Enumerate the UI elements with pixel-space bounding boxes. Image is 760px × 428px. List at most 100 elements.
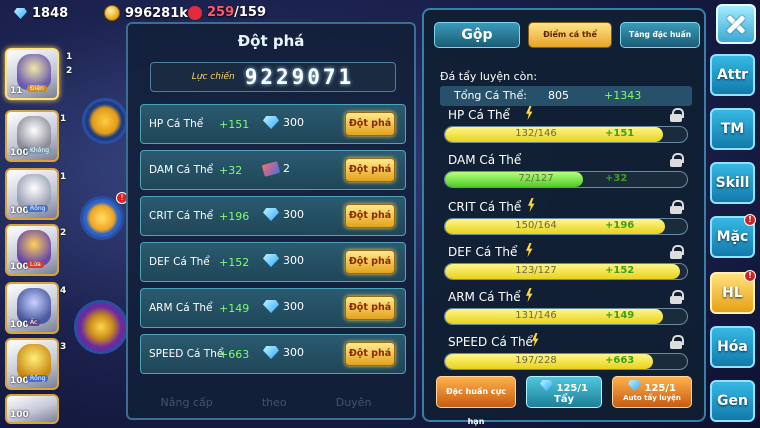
breakthrough-button-dam[interactable]: Đột phá [345,158,395,182]
refine-panel: Gộp Điểm cá thể Tăng đặc huấn Đá tẩy luy… [422,8,706,426]
lightning-icon [526,106,533,120]
tab-individual-points[interactable]: Điểm cá thể [528,22,612,48]
roster-slot-6[interactable]: 100 Rồng [5,338,59,390]
extreme-training-button[interactable]: Đặc huấn cực hạn [436,376,516,426]
cost-amount: 300 [283,254,304,267]
roster-type: Điện [27,85,47,92]
tab-merge[interactable]: Gộp [434,22,520,48]
orb-icon[interactable] [74,300,128,354]
refine-bar-bonus: +149 [605,310,635,321]
scroll-icon [261,160,281,177]
refine-bar-speed: 197/228 +663 [444,353,688,370]
nav-gen[interactable]: Gen [710,380,755,422]
lock-icon[interactable] [670,290,684,304]
breakthrough-row-hp: HP Cá Thể +151 300 Đột phá [140,104,406,144]
refine-stat-name-dam: DAM Cá Thể [448,153,522,167]
breakthrough-row-def: DEF Cá Thể +152 300 Đột phá [140,242,406,282]
roster-stars: 1 [66,52,73,62]
breakthrough-button-hp[interactable]: Đột phá [345,112,395,136]
roster-type: Lửa [27,261,44,268]
lightning-icon [526,243,533,257]
auto-wash-label: Auto tẩy luyện [623,394,681,402]
stat-cost: 300 [263,208,304,221]
wash-count-value: 125/1 [556,383,588,394]
roster-slot-4[interactable]: 100 Lửa [5,224,59,276]
breakthrough-button-speed[interactable]: Đột phá [345,342,395,366]
total-value: 805 [548,89,569,102]
roster-type: Rồng [27,205,49,212]
stat-name: CRIT Cá Thể [149,210,214,222]
tab-follow[interactable]: theo [262,396,287,409]
nav-attr[interactable]: Attr [710,54,755,96]
roster-stars: 2 [60,228,67,238]
tab-affinity[interactable]: Duyên [336,396,372,409]
total-individual-row: Tổng Cá Thể: 805 +1343 [440,86,692,106]
refine-bar-bonus: +151 [605,128,635,139]
nav-hoa[interactable]: Hóa [710,326,755,368]
breakthrough-button-crit[interactable]: Đột phá [345,204,395,228]
roster-slot-3[interactable]: 100 Rồng [5,168,59,220]
roster-slot-7[interactable]: 100 [5,394,59,424]
stat-name: DEF Cá Thể [149,256,210,268]
breakthrough-button-def[interactable]: Đột phá [345,250,395,274]
stat-bonus: +149 [219,302,250,315]
close-icon[interactable] [716,4,756,44]
wash-label: Tẩy [553,394,575,405]
total-bonus: +1343 [604,89,642,102]
gem-count: 1848 [32,6,69,21]
gem-icon [263,208,279,221]
roster-level: 100 [10,206,29,216]
refine-stat-name-hp: HP Cá Thể [448,108,510,122]
breakthrough-panel: Đột phá Lực chiến 9229071 HP Cá Thể +151… [126,22,416,420]
helmet-icon[interactable] [82,98,128,144]
combat-power-label: Lực chiến [191,72,235,82]
stat-name: DAM Cá Thể [149,164,214,176]
lock-icon[interactable] [670,335,684,349]
roster-level: 100 [10,148,29,158]
gem-icon [263,300,279,313]
cost-amount: 300 [283,208,304,221]
tab-upgrade[interactable]: Nâng cấp [161,396,213,409]
gem-icon [263,116,279,129]
refine-bar-dam: 72/127 +32 [444,171,688,188]
refine-bar-bonus: +32 [605,173,628,184]
nav-outfit-label: Mặc [716,229,749,245]
stat-name: HP Cá Thể [149,118,204,130]
nav-hl[interactable]: HL ! [710,270,756,314]
tab-special-training[interactable]: Tăng đặc huấn [620,22,700,48]
stat-cost: 300 [263,300,304,313]
wash-button[interactable]: 125/1 Tẩy [526,376,602,408]
refine-bar-bonus: +152 [605,265,635,276]
breakthrough-row-speed: SPEED Cá Thể +663 300 Đột phá [140,334,406,374]
roster-slot-1[interactable]: 11 Điện [5,48,59,100]
roster-slot-5[interactable]: 100 Ác [5,282,59,334]
bottom-tabs: Nâng cấp theo Duyên [136,396,396,409]
auto-wash-count-value: 125/1 [644,383,676,394]
roster-slot-2[interactable]: 100 Không [5,110,59,162]
refine-bar-bonus: +196 [605,220,635,231]
total-label: Tổng Cá Thể: [454,89,527,102]
roster-level: 100 [10,320,29,330]
nav-tm[interactable]: TM [710,108,755,150]
breakthrough-button-arm[interactable]: Đột phá [345,296,395,320]
roster-type: Rồng [27,375,49,382]
roster-level: 100 [10,376,29,386]
refine-stat-name-def: DEF Cá Thể [448,245,518,259]
gem-icon [263,346,279,359]
refine-bar-crit: 150/164 +196 [444,218,688,235]
roster-level: 11 [10,86,23,96]
lock-icon[interactable] [670,245,684,259]
lock-icon[interactable] [670,153,684,167]
auto-wash-button[interactable]: 125/1 Auto tẩy luyện [612,376,692,408]
refine-bar-value: 150/164 [515,220,557,231]
combat-power-value: 9229071 [244,65,355,89]
stat-cost: 2 [261,160,290,177]
nav-outfit[interactable]: Mặc ! [710,214,756,258]
gold-counter: 996281k [104,5,188,21]
gem-icon [14,8,27,19]
nav-skill[interactable]: Skill [710,162,755,204]
lightning-icon [526,288,533,302]
roster-level: 100 [10,262,29,272]
lock-icon[interactable] [670,200,684,214]
lock-icon[interactable] [670,108,684,122]
